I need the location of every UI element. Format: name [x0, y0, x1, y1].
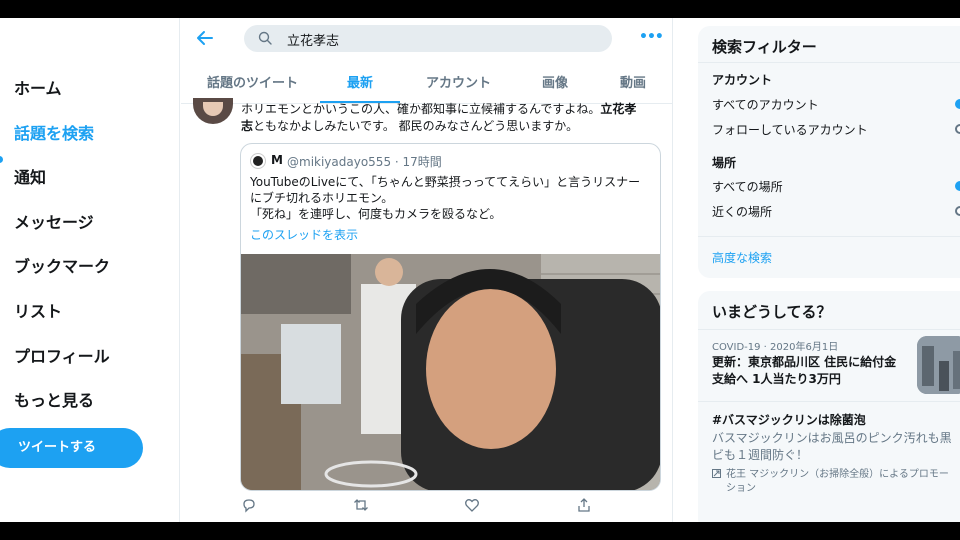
tab-images[interactable]: 画像: [542, 72, 568, 91]
trend-title[interactable]: #バスマジックリンは除菌泡: [712, 412, 866, 429]
divider: [698, 329, 960, 330]
quote-body-line: 「死ね」を連呼し、何度もカメラを殴るなど。: [250, 207, 502, 221]
tweet-button[interactable]: ツイートする: [0, 428, 143, 468]
promoted-by: 花王 マジックリン（お掃除全般）によるプロモー: [726, 469, 949, 480]
nav-lists[interactable]: リスト: [14, 298, 62, 322]
tweet-text: ホリエモンとかいうこの人、確か都知事に立候補するんですよね。立花孝 志ともなかよ…: [241, 101, 661, 135]
filter-nearby[interactable]: 近くの場所: [712, 203, 772, 220]
quote-author-name[interactable]: M: [271, 153, 283, 167]
more-icon[interactable]: •••: [639, 29, 664, 45]
notification-dot: [0, 156, 3, 163]
tweet-text-part: ホリエモンとかいうこの人、確か都知事に立候補するんですよね。: [241, 102, 601, 116]
avatar[interactable]: [193, 98, 233, 124]
account-heading: アカウント: [712, 73, 773, 87]
search-icon: [258, 31, 272, 45]
trend-thumbnail-image: [917, 336, 960, 394]
search-filters-card: 検索フィルター アカウント すべてのアカウント フォローしているアカウント 場所…: [698, 26, 960, 278]
radio-nearby[interactable]: [955, 206, 960, 216]
like-icon[interactable]: [464, 497, 480, 513]
app-frame: ホーム 話題を検索 通知 メッセージ ブックマーク リスト プロフィール もっと…: [0, 18, 960, 522]
tab-accounts[interactable]: アカウント: [426, 72, 491, 91]
quote-handle-time: @mikiyadayo555 · 17時間: [287, 155, 442, 169]
divider: [698, 401, 960, 402]
search-box[interactable]: 立花孝志: [244, 25, 612, 52]
filter-all-accounts[interactable]: すべてのアカウント: [712, 96, 819, 113]
quote-body: YouTubeのLiveにて、「ちゃんと野菜摂っっててえらい」と言うリスナー に…: [250, 174, 655, 222]
filter-all-places[interactable]: すべての場所: [712, 178, 783, 195]
quote-body-line: YouTubeのLiveにて、「ちゃんと野菜摂っっててえらい」と言うリスナー: [250, 175, 641, 189]
back-arrow-icon[interactable]: [195, 28, 215, 48]
promoted-by: ション: [726, 483, 756, 494]
nav-more[interactable]: もっと見る: [14, 387, 94, 411]
trend-title[interactable]: 更新：東京都品川区 住民に給付金: [712, 354, 896, 371]
place-heading: 場所: [712, 156, 737, 170]
video-thumbnail[interactable]: [241, 254, 660, 490]
tab-top[interactable]: 話題のツイート: [207, 72, 298, 91]
trends-card: いまどうしてる？ COVID-19 · 2020年6月1日 更新：東京都品川区 …: [698, 291, 960, 522]
divider: [698, 236, 960, 237]
trend-meta: COVID-19 · 2020年6月1日: [712, 342, 839, 353]
video-frame-image: [241, 254, 660, 490]
quote-avatar[interactable]: [250, 153, 266, 169]
search-input[interactable]: 立花孝志: [287, 30, 339, 49]
retweet-icon[interactable]: [353, 497, 369, 513]
tweet-text-highlight: 立花孝: [600, 102, 637, 116]
trend-thumbnail[interactable]: [917, 336, 960, 394]
nav-bookmarks[interactable]: ブックマーク: [14, 253, 110, 277]
divider: [698, 62, 960, 63]
quoted-tweet[interactable]: M @mikiyadayo555 · 17時間 YouTubeのLiveにて、「…: [240, 143, 661, 491]
nav-profile[interactable]: プロフィール: [14, 343, 110, 367]
left-nav: ホーム 話題を検索 通知 メッセージ ブックマーク リスト プロフィール もっと…: [0, 18, 180, 522]
nav-messages[interactable]: メッセージ: [14, 209, 94, 233]
nav-explore[interactable]: 話題を検索: [14, 120, 94, 144]
show-thread-link[interactable]: このスレッドを表示: [250, 226, 358, 243]
filters-title: 検索フィルター: [712, 38, 817, 56]
right-sidebar: 検索フィルター アカウント すべてのアカウント フォローしているアカウント 場所…: [698, 18, 960, 522]
radio-all-accounts[interactable]: [955, 99, 960, 109]
tweet-actions: [241, 497, 661, 517]
radio-following-accounts[interactable]: [955, 124, 960, 134]
share-icon[interactable]: [576, 497, 592, 513]
trend-description: バスマジックリンはお風呂のピンク汚れも黒: [712, 431, 952, 445]
trend-description: ビも１週間防ぐ！: [712, 448, 809, 462]
nav-home[interactable]: ホーム: [14, 75, 62, 99]
search-tabs: 話題のツイート 最新 アカウント 画像 動画: [181, 66, 673, 104]
filter-following-accounts[interactable]: フォローしているアカウント: [712, 121, 868, 138]
tweet-text-highlight: 志: [241, 119, 254, 133]
quote-body-line: にブチ切れるホリエモン。: [250, 191, 394, 205]
tab-latest[interactable]: 最新: [347, 72, 373, 91]
promoted-icon: [712, 469, 721, 478]
tab-videos[interactable]: 動画: [620, 72, 646, 91]
advanced-search-link[interactable]: 高度な検索: [712, 249, 772, 266]
tweet-text-part: ともなかよしみたいです。 都民のみなさんどう思いますか。: [253, 119, 579, 133]
main-column: 立花孝志 ••• 話題のツイート 最新 アカウント 画像 動画 ホリエモンとかい…: [181, 18, 673, 522]
nav-notifications[interactable]: 通知: [14, 164, 46, 188]
radio-all-places[interactable]: [955, 181, 960, 191]
trends-title: いまどうしてる？: [712, 303, 832, 321]
reply-icon[interactable]: [241, 497, 257, 513]
trend-title[interactable]: 支給へ 1人当たり3万円: [712, 371, 841, 388]
